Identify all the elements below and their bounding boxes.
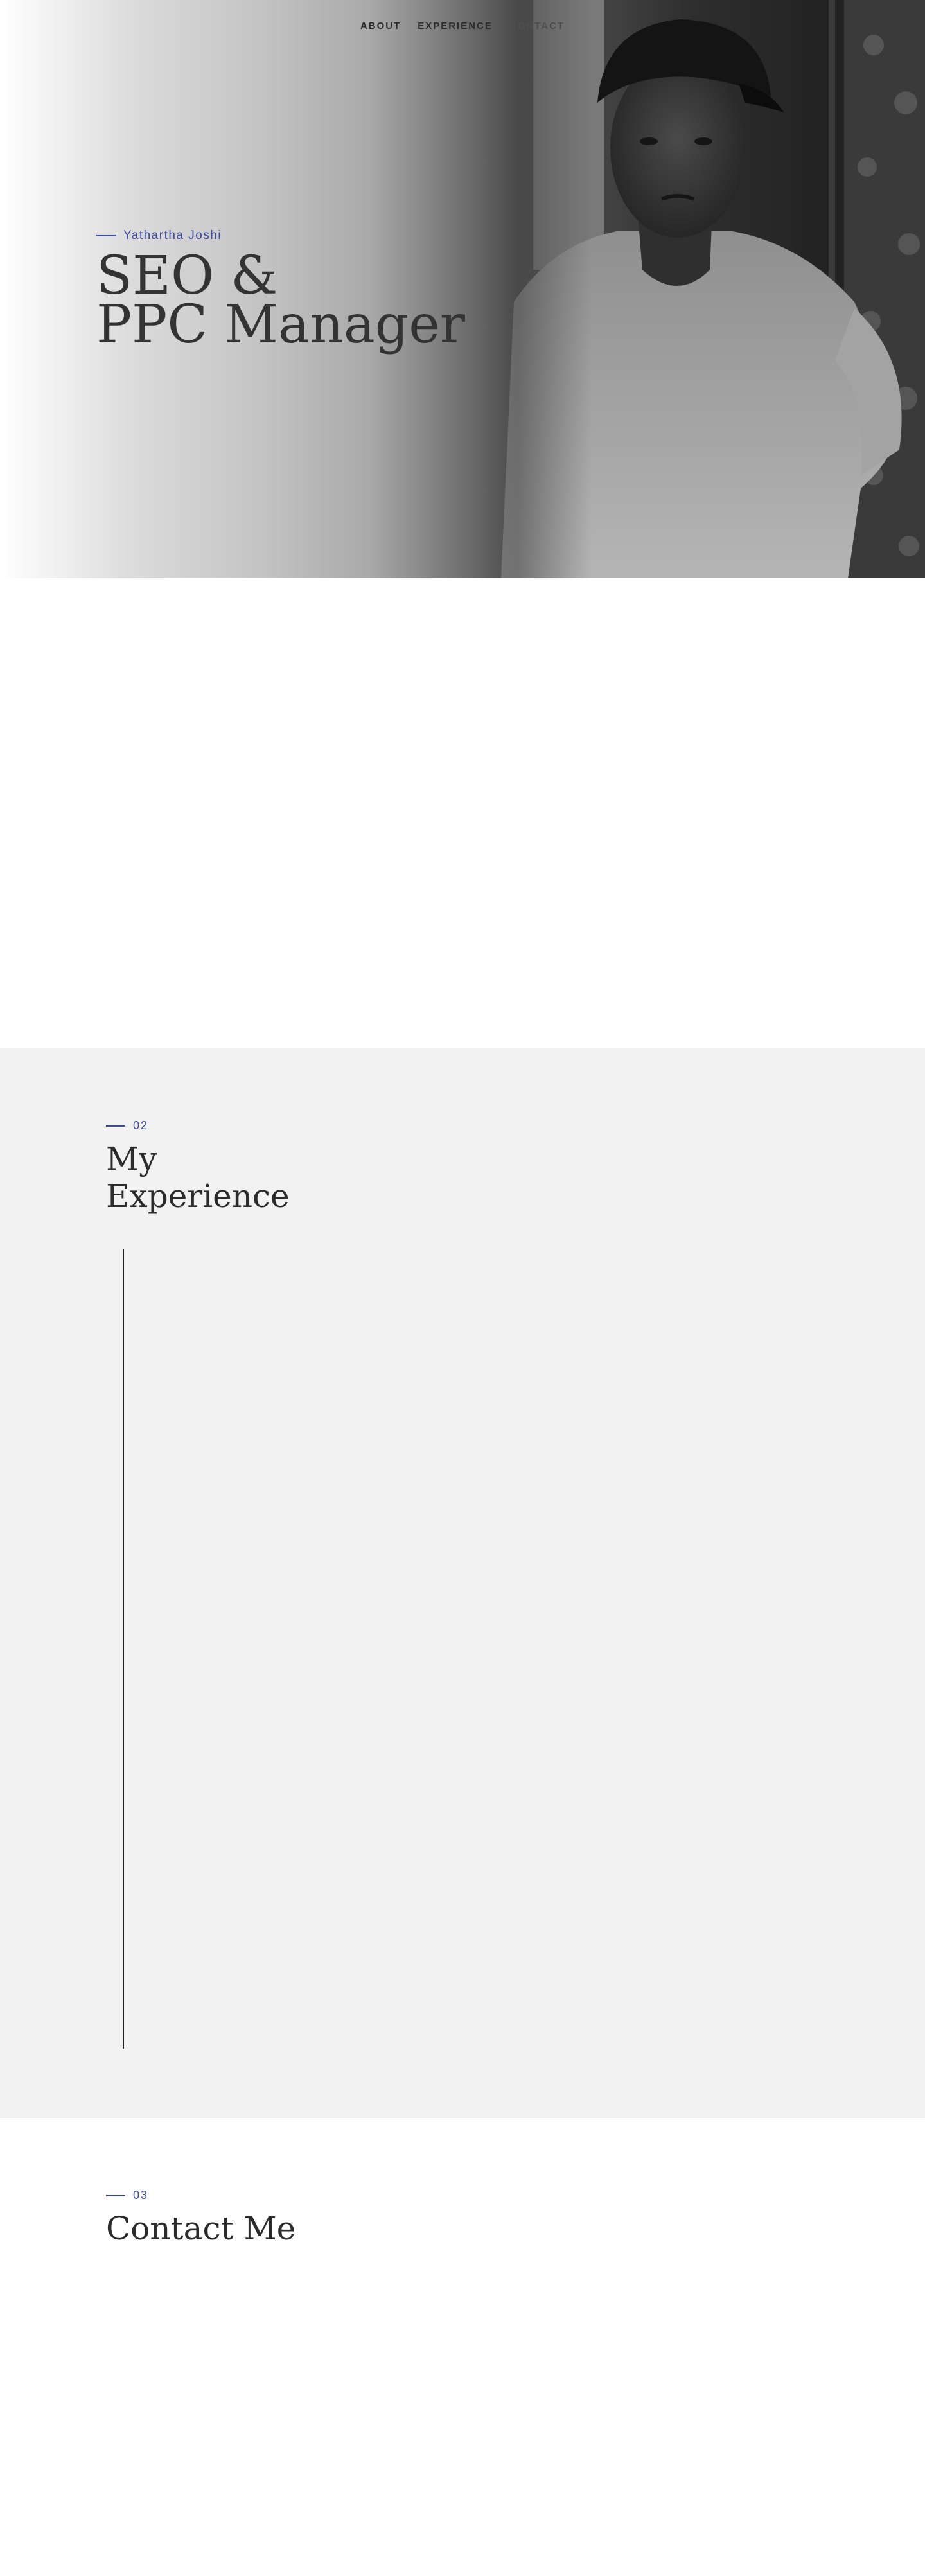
nav-experience-link[interactable]: EXPERIENCE [418,21,493,31]
accent-line [106,2194,125,2196]
hero-section: ABOUT EXPERIENCE CONTACT Yathartha Joshi… [0,0,925,578]
nav-about-link[interactable]: ABOUT [360,21,401,31]
contact-title: Contact Me [106,2210,296,2247]
about-section [0,578,925,1048]
hero-title-line-2: PPC Manager [96,294,465,355]
experience-title-line-1: My [106,1140,157,1178]
timeline-line [123,1249,124,2049]
contact-section: 03 Contact Me [0,2118,925,2576]
nav-contact-link[interactable]: CONTACT [509,21,565,31]
section-number-text: 03 [133,2189,149,2201]
hero-title: SEO & PPC Manager [96,250,465,351]
section-number: 02 [106,1119,290,1133]
experience-title: My Experience [106,1140,290,1215]
hero-eyebrow: Yathartha Joshi [96,229,465,243]
contact-header: 03 Contact Me [106,2189,295,2247]
accent-line [106,1125,125,1127]
top-navigation: ABOUT EXPERIENCE CONTACT [0,21,925,31]
section-number: 03 [106,2189,295,2202]
section-number-text: 02 [133,1119,149,1132]
experience-title-line-2: Experience [106,1178,290,1215]
person-name: Yathartha Joshi [123,229,222,242]
hero-text-block: Yathartha Joshi SEO & PPC Manager [96,229,465,351]
experience-header: 02 My Experience [106,1119,290,1215]
accent-line [96,235,116,236]
experience-section: 02 My Experience [0,1048,925,2118]
